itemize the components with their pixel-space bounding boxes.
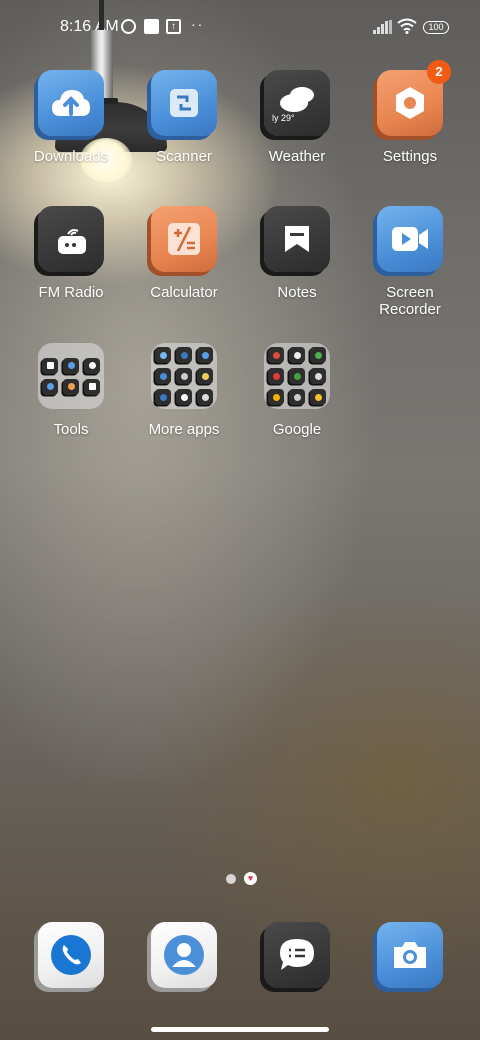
dock-phone[interactable]: [38, 922, 104, 988]
app-label: Tools: [53, 421, 89, 438]
app-notes[interactable]: Notes: [242, 206, 352, 316]
mini-app-icon: [197, 389, 213, 405]
app-downloads[interactable]: Downloads: [16, 70, 126, 180]
calculator-icon: [151, 206, 217, 272]
app-label: Screen Recorder: [379, 284, 441, 318]
folder-icon: [264, 343, 330, 409]
wifi-icon: [397, 18, 417, 34]
mini-app-icon: [155, 368, 171, 384]
video-camera-icon: [377, 206, 443, 272]
weather-date-text: ly 29°: [272, 113, 295, 123]
mini-app-icon: [289, 368, 305, 384]
mini-app-icon: [155, 347, 171, 363]
battery-icon: 100: [423, 21, 449, 34]
app-fm-radio[interactable]: FM Radio: [16, 206, 126, 316]
mini-app-icon: [310, 368, 326, 384]
dock-camera[interactable]: [377, 922, 443, 988]
notification-badge: 2: [427, 60, 451, 84]
app-label: Weather: [268, 148, 326, 165]
weather-icon: ly 29°: [264, 70, 330, 136]
mini-app-icon: [289, 347, 305, 363]
wallpaper-lamp-cord: [99, 0, 104, 30]
mini-app-icon: [84, 378, 100, 395]
folder-icon: [151, 343, 217, 409]
app-settings[interactable]: Settings: [355, 70, 465, 180]
mini-app-icon: [155, 389, 171, 405]
home-indicator[interactable]: [151, 1027, 329, 1032]
page-dot-active[interactable]: ♥: [244, 872, 257, 885]
mini-app-icon: [268, 389, 284, 405]
radio-icon: [38, 206, 104, 272]
phone-icon: [51, 935, 91, 975]
mini-app-icon: [176, 389, 192, 405]
app-label: Settings: [382, 148, 438, 165]
app-label: Notes: [277, 284, 317, 301]
app-label: Downloads: [33, 148, 109, 165]
mini-app-icon: [42, 357, 58, 374]
mini-app-icon: [84, 357, 100, 374]
mini-app-icon: [310, 389, 326, 405]
folder-icon: [38, 343, 104, 409]
cloud-upload-icon: [38, 70, 104, 136]
contacts-icon: [164, 935, 204, 975]
more-notifications-icon: ··: [191, 16, 205, 32]
folder-tools[interactable]: Tools: [16, 343, 126, 453]
scanner-icon: [151, 70, 217, 136]
app-calculator[interactable]: Calculator: [129, 206, 239, 316]
app-label: More apps: [148, 421, 220, 438]
notification-icon: [121, 19, 136, 34]
app-screen-recorder[interactable]: Screen Recorder: [355, 206, 465, 318]
app-scanner[interactable]: Scanner: [129, 70, 239, 180]
app-label: Google: [272, 421, 322, 438]
mini-app-icon: [42, 378, 58, 395]
notification-square-icon: [144, 19, 159, 34]
mini-app-icon: [63, 378, 79, 395]
message-icon: [280, 939, 314, 970]
folder-more-apps[interactable]: More apps: [129, 343, 239, 453]
notification-arrow-icon: ↑: [166, 19, 181, 34]
mini-app-icon: [310, 347, 326, 363]
signal-icon: [373, 20, 392, 34]
app-label: Scanner: [156, 148, 212, 165]
mini-app-icon: [176, 368, 192, 384]
mini-app-icon: [268, 347, 284, 363]
app-label: Calculator: [150, 284, 218, 301]
dock-contacts[interactable]: [151, 922, 217, 988]
mini-app-icon: [176, 347, 192, 363]
camera-icon: [394, 942, 426, 968]
app-weather[interactable]: ly 29° Weather: [242, 70, 352, 180]
page-dot[interactable]: [226, 874, 236, 884]
mini-app-icon: [289, 389, 305, 405]
dock-messages[interactable]: [264, 922, 330, 988]
notes-icon: [264, 206, 330, 272]
folder-google[interactable]: Google: [242, 343, 352, 453]
mini-app-icon: [63, 357, 79, 374]
status-bar: 8:16 AM ↑ ·· 100: [0, 0, 480, 56]
app-label: FM Radio: [38, 284, 104, 301]
mini-app-icon: [197, 368, 213, 384]
mini-app-icon: [268, 368, 284, 384]
mini-app-icon: [197, 347, 213, 363]
